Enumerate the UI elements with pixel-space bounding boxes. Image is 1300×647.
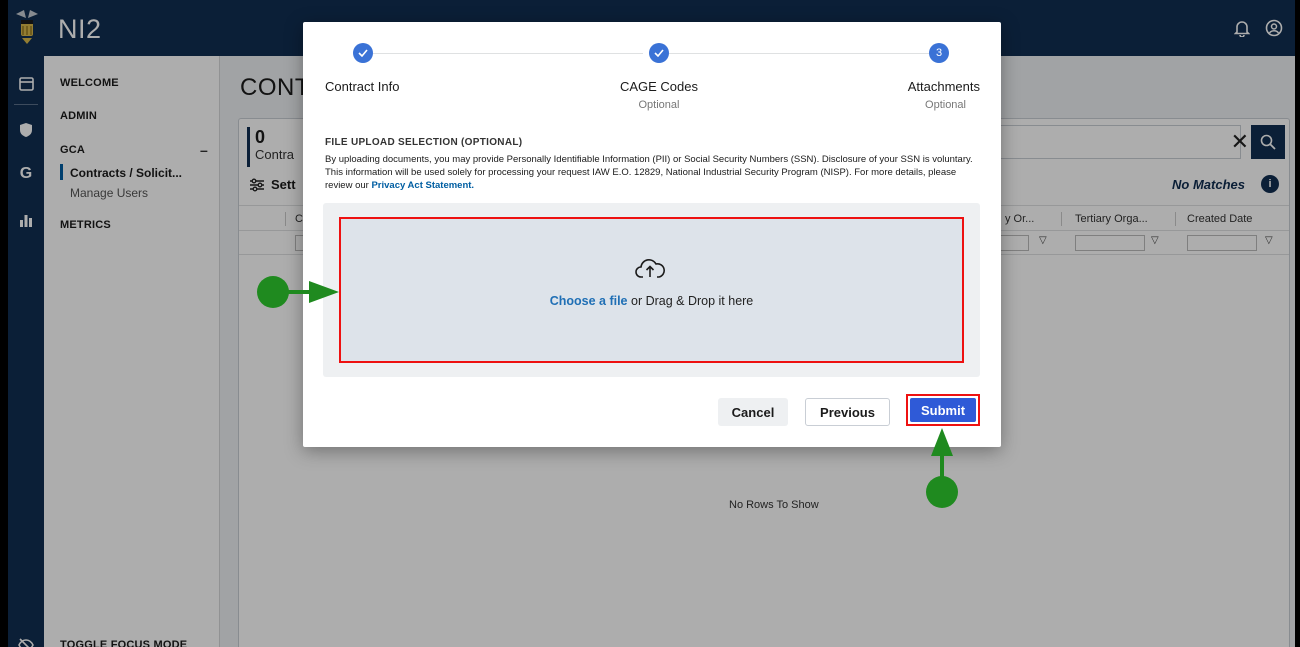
stepper-line [373, 53, 643, 54]
step-optional-label: Optional [638, 99, 680, 111]
checkmark-icon [654, 49, 664, 57]
drop-zone-text: Choose a file or Drag & Drop it here [341, 294, 962, 308]
step-3-current-indicator: 3 [929, 43, 949, 63]
section-title: FILE UPLOAD SELECTION (OPTIONAL) [325, 137, 523, 148]
step-1-complete-indicator [353, 43, 373, 63]
step-label-attachments: Attachments [907, 79, 980, 94]
file-drop-zone[interactable]: Choose a file or Drag & Drop it here [339, 217, 964, 363]
new-contract-modal: 3 Contract Info CAGE Codes Optional Atta… [303, 22, 1001, 447]
choose-file-link[interactable]: Choose a file [550, 294, 628, 308]
step-label-cage-codes: CAGE Codes [619, 79, 699, 94]
checkmark-icon [358, 49, 368, 57]
step-label-contract-info: Contract Info [325, 79, 400, 94]
cancel-button[interactable]: Cancel [718, 398, 788, 426]
stepper-line [669, 53, 929, 54]
submit-highlight: Submit [906, 394, 980, 426]
app-window: NI2 G WELCOME ADMIN GCA – Contracts / So… [8, 0, 1295, 647]
annotation-arrow-head [931, 428, 953, 456]
submit-button[interactable]: Submit [910, 398, 976, 422]
previous-button[interactable]: Previous [805, 398, 890, 426]
step-2-complete-indicator [649, 43, 669, 63]
step-optional-label: Optional [925, 99, 966, 111]
upload-cloud-icon [635, 259, 665, 278]
drag-drop-text: or Drag & Drop it here [627, 294, 754, 308]
file-upload-container: Choose a file or Drag & Drop it here [323, 203, 980, 377]
pii-disclaimer: By uploading documents, you may provide … [325, 153, 975, 192]
privacy-act-link[interactable]: Privacy Act Statement. [371, 180, 474, 191]
annotation-arrow-head [309, 281, 339, 303]
